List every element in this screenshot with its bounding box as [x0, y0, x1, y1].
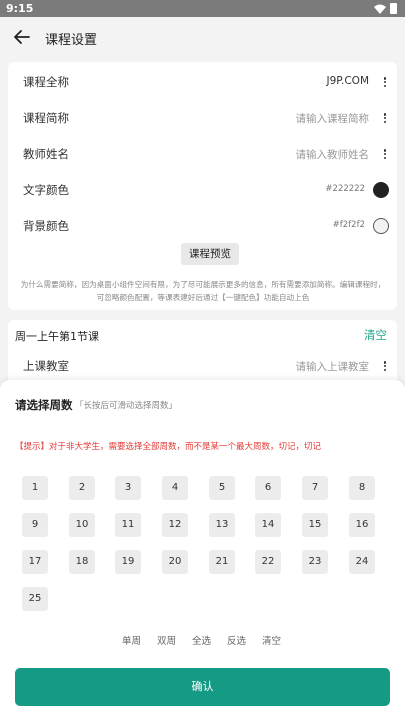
- row-course-short-name[interactable]: 课程简称 请输入课程简称: [8, 100, 397, 136]
- more-vert-icon[interactable]: [383, 149, 387, 160]
- text-color-value: #222222: [325, 184, 365, 194]
- course-short-name-input[interactable]: 请输入课程简称: [296, 111, 370, 126]
- week-chip[interactable]: 19: [115, 550, 141, 574]
- classroom-label: 上课教室: [23, 359, 69, 373]
- back-arrow-icon[interactable]: [13, 28, 31, 46]
- week-actions: 单周 双周 全选 反选 清空: [0, 633, 405, 647]
- bg-color-value: #f2f2f2: [332, 220, 365, 230]
- week-chip[interactable]: 21: [209, 550, 235, 574]
- course-full-name-label: 课程全称: [23, 75, 69, 89]
- row-text-color[interactable]: 文字颜色 #222222: [8, 172, 397, 208]
- week-chip[interactable]: 9: [22, 513, 48, 537]
- week-chip[interactable]: 7: [302, 476, 328, 500]
- even-weeks-button[interactable]: 双周: [157, 633, 176, 647]
- text-color-swatch[interactable]: [373, 182, 389, 198]
- confirm-button[interactable]: 确认: [15, 668, 390, 706]
- clear-weeks-button[interactable]: 清空: [262, 633, 281, 647]
- course-full-name-value[interactable]: J9P.COM: [327, 75, 369, 87]
- week-chip[interactable]: 14: [255, 513, 281, 537]
- wifi-icon: [374, 4, 386, 14]
- odd-weeks-button[interactable]: 单周: [122, 633, 141, 647]
- tip-text: 【提示】对于非大学生，需要选择全部周数，而不是某一个最大周数，切记，切记: [15, 442, 322, 452]
- week-chip[interactable]: 8: [349, 476, 375, 500]
- course-info-card: 课程全称 J9P.COM 课程简称 请输入课程简称 教师姓名 请输入教师姓名 文…: [8, 62, 397, 310]
- course-preview-button[interactable]: 课程预览: [181, 243, 239, 265]
- text-color-label: 文字颜色: [23, 183, 69, 197]
- row-teacher-name[interactable]: 教师姓名 请输入教师姓名: [8, 136, 397, 172]
- sheet-title: 请选择周数: [15, 398, 73, 412]
- week-chip[interactable]: 15: [302, 513, 328, 537]
- short-name-notice: 为什么需要简称，因为桌面小组件空间有限，为了尽可能展示更多的信息，所有需要添加简…: [20, 280, 386, 302]
- sheet-subtitle: 「长按后可滑动选择周数」: [75, 401, 178, 411]
- page-title: 课程设置: [45, 33, 98, 48]
- app-bar: 课程设置: [0, 17, 405, 59]
- bg-color-swatch[interactable]: [373, 218, 389, 234]
- more-vert-icon[interactable]: [383, 113, 387, 124]
- teacher-name-label: 教师姓名: [23, 147, 69, 161]
- week-picker-sheet: 请选择周数 「长按后可滑动选择周数」 【提示】对于非大学生，需要选择全部周数，而…: [0, 380, 405, 720]
- week-chip[interactable]: 16: [349, 513, 375, 537]
- week-chip[interactable]: 10: [69, 513, 95, 537]
- row-bg-color[interactable]: 背景颜色 #f2f2f2: [8, 208, 397, 244]
- more-vert-icon[interactable]: [383, 77, 387, 88]
- teacher-name-input[interactable]: 请输入教师姓名: [296, 147, 370, 162]
- week-chip[interactable]: 23: [302, 550, 328, 574]
- week-chip[interactable]: 1: [22, 476, 48, 500]
- status-bar: 9:15: [0, 0, 405, 17]
- week-chip[interactable]: 22: [255, 550, 281, 574]
- clear-button[interactable]: 清空: [364, 327, 387, 343]
- time-slot-title: 周一上午第1节课: [15, 330, 99, 343]
- week-chip[interactable]: 17: [22, 550, 48, 574]
- status-time: 9:15: [6, 2, 34, 15]
- select-all-button[interactable]: 全选: [192, 633, 211, 647]
- week-chip[interactable]: 25: [22, 587, 48, 611]
- row-course-full-name[interactable]: 课程全称 J9P.COM: [8, 64, 397, 100]
- week-chip[interactable]: 18: [69, 550, 95, 574]
- week-chip[interactable]: 3: [115, 476, 141, 500]
- classroom-input[interactable]: 请输入上课教室: [296, 359, 370, 374]
- week-chip[interactable]: 4: [162, 476, 188, 500]
- row-classroom[interactable]: 上课教室 请输入上课教室: [8, 348, 397, 384]
- week-chip[interactable]: 2: [69, 476, 95, 500]
- week-chip[interactable]: 6: [255, 476, 281, 500]
- week-chip[interactable]: 11: [115, 513, 141, 537]
- week-chip[interactable]: 12: [162, 513, 188, 537]
- week-chip[interactable]: 13: [209, 513, 235, 537]
- week-chip[interactable]: 24: [349, 550, 375, 574]
- week-chip[interactable]: 5: [209, 476, 235, 500]
- battery-icon: [390, 3, 397, 14]
- invert-selection-button[interactable]: 反选: [227, 633, 246, 647]
- week-chip[interactable]: 20: [162, 550, 188, 574]
- more-vert-icon[interactable]: [383, 361, 387, 372]
- course-short-name-label: 课程简称: [23, 111, 69, 125]
- status-icons: [374, 3, 397, 14]
- bg-color-label: 背景颜色: [23, 219, 69, 233]
